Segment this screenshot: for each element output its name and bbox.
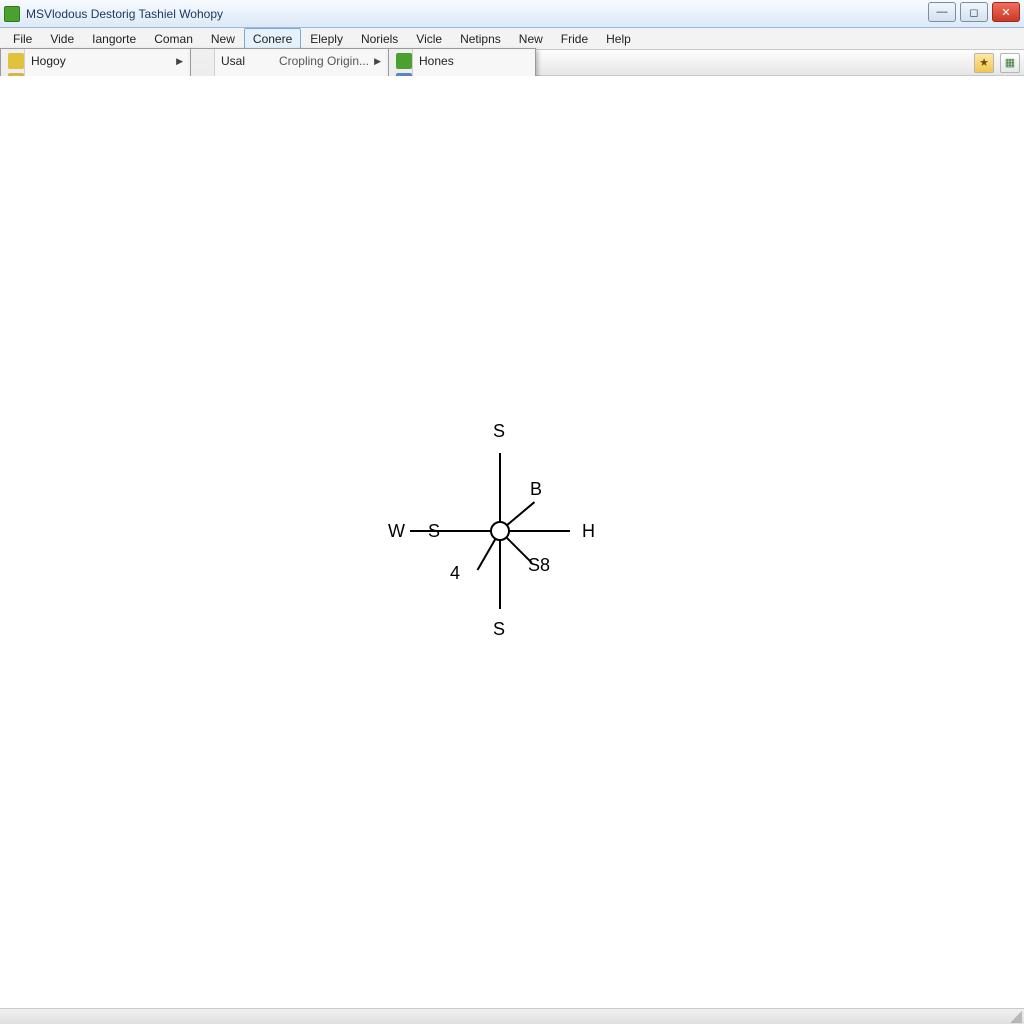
canvas: S S H W S B S8 4 — [0, 76, 1024, 1008]
window-title: MSVlodous Destorig Tashiel Wohopy — [26, 7, 223, 21]
resize-grip-icon[interactable] — [1010, 1011, 1022, 1023]
statusbar — [0, 1008, 1024, 1024]
menubar-item-conere[interactable]: Conere — [244, 28, 301, 49]
chevron-right-icon: ▶ — [176, 56, 183, 67]
menubar-item-coman[interactable]: Coman — [145, 28, 202, 49]
menubar-item-fride[interactable]: Fride — [552, 28, 597, 49]
menu2-item-0-label: Usal — [221, 54, 245, 68]
menu1-item-0-icon — [8, 53, 24, 69]
compass-label-w: W — [388, 521, 405, 542]
menubar-item-help[interactable]: Help — [597, 28, 640, 49]
menubar-item-file[interactable]: File — [4, 28, 41, 49]
minimize-button[interactable]: — — [928, 2, 956, 22]
chevron-right-icon: ▶ — [374, 56, 381, 67]
menubar-item-vide[interactable]: Vide — [41, 28, 83, 49]
menu3-item-0-icon — [396, 53, 412, 69]
menu1-item-0-label: Hogoy — [31, 54, 66, 68]
menubar-item-new[interactable]: New — [510, 28, 552, 49]
compass-label-se: S8 — [528, 555, 550, 576]
menubar-item-new[interactable]: New — [202, 28, 244, 49]
menubar-item-netipns[interactable]: Netipns — [451, 28, 510, 49]
menu3-item-0-label: Hones — [419, 54, 454, 68]
menu3-item-0[interactable]: Hones — [391, 51, 533, 71]
menubar-item-iangorte[interactable]: Iangorte — [83, 28, 145, 49]
compass-label-e: H — [582, 521, 595, 542]
toolbar-button-2[interactable]: ▦ — [1000, 53, 1020, 73]
window-controls: — ◻ ✕ — [928, 2, 1020, 22]
menubar: FileVideIangorteComanNewConereEleplyNori… — [0, 28, 1024, 50]
menubar-item-eleply[interactable]: Eleply — [301, 28, 352, 49]
menubar-item-vicle[interactable]: Vicle — [407, 28, 451, 49]
menubar-item-noriels[interactable]: Noriels — [352, 28, 407, 49]
compass-label-sw: 4 — [450, 563, 460, 584]
maximize-button[interactable]: ◻ — [960, 2, 988, 22]
compass-label-s: S — [493, 619, 505, 640]
close-button[interactable]: ✕ — [992, 2, 1020, 22]
menu1-item-0[interactable]: Hogoy ▶ — [3, 51, 189, 71]
compass-label-ws: S — [428, 521, 440, 542]
toolbar-button-1[interactable]: ★ — [974, 53, 994, 73]
menu2-item-0-shortcut: Cropling Origin... — [255, 54, 369, 68]
compass-label-n: S — [493, 421, 505, 442]
titlebar: MSVlodous Destorig Tashiel Wohopy — ◻ ✕ — [0, 0, 1024, 28]
menu2-item-0[interactable]: Usal Cropling Origin... ▶ — [193, 51, 387, 71]
app-icon — [4, 6, 20, 22]
compass-diagram: S S H W S B S8 4 — [390, 421, 610, 641]
compass-label-ne: B — [530, 479, 542, 500]
